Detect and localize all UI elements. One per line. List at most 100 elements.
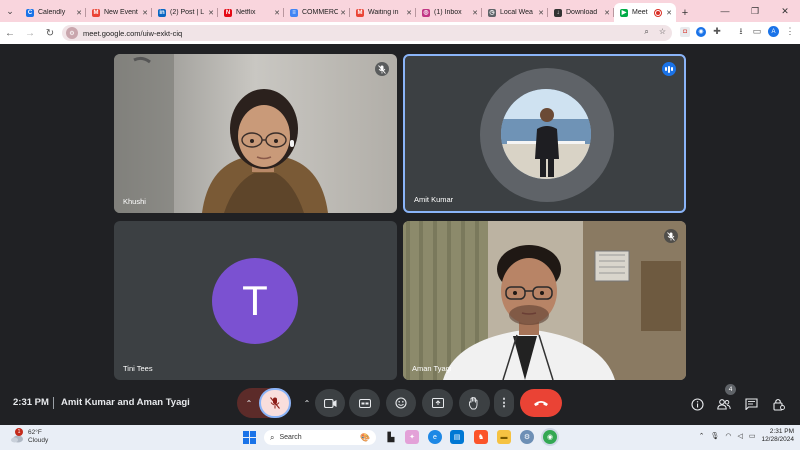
- reactions-button[interactable]: [386, 389, 416, 417]
- tab-item[interactable]: ◷ Local Wea ✕: [482, 3, 548, 22]
- back-button[interactable]: ←: [0, 28, 20, 39]
- brave-icon[interactable]: ♞: [474, 430, 488, 444]
- profile-avatar[interactable]: A: [768, 26, 779, 37]
- settings-icon[interactable]: ⚙: [520, 430, 534, 444]
- video-feed: [114, 54, 397, 213]
- taskbar-search[interactable]: ⌕ Search 🎨: [264, 430, 376, 445]
- host-controls-button[interactable]: [771, 396, 787, 412]
- closed-captions-icon: [358, 398, 371, 408]
- edge-icon[interactable]: e: [428, 430, 442, 444]
- close-icon[interactable]: ✕: [538, 9, 544, 17]
- extension-icon[interactable]: ◘: [680, 26, 690, 37]
- puzzle-icon[interactable]: ✚: [712, 26, 722, 37]
- close-icon[interactable]: ✕: [208, 9, 214, 17]
- site-info-icon[interactable]: ⚙: [66, 27, 78, 39]
- mic-off-indicator: [375, 62, 389, 76]
- zoom-icon[interactable]: ⌕: [644, 27, 648, 37]
- task-view-icon[interactable]: ▙: [384, 430, 398, 444]
- participant-tile-amit-kumar[interactable]: Amit Kumar: [403, 54, 686, 213]
- mic-options-button[interactable]: ⌃: [239, 389, 259, 417]
- tab-item[interactable]: ◎ (1) Inbox ✕: [416, 3, 482, 22]
- meeting-details-button[interactable]: [689, 396, 705, 412]
- search-highlight-icon: 🎨: [360, 433, 370, 442]
- tab-favicon-icon: ↓: [554, 8, 562, 17]
- tab-item[interactable]: M New Event ✕: [86, 3, 152, 22]
- speaking-indicator-icon: [662, 62, 676, 76]
- close-icon[interactable]: ✕: [142, 9, 148, 17]
- chat-button[interactable]: [743, 396, 759, 412]
- camera-options-button[interactable]: ⌃: [297, 389, 317, 417]
- tab-meet[interactable]: ▶ Meet ✕: [614, 3, 676, 22]
- search-placeholder: Search: [279, 434, 302, 441]
- file-explorer-icon[interactable]: ▬: [497, 430, 511, 444]
- chevron-up-icon: ⌃: [245, 398, 253, 408]
- close-icon[interactable]: ✕: [76, 9, 82, 17]
- meet-favicon-icon: ▶: [620, 8, 628, 17]
- weather-desc: Cloudy: [28, 437, 49, 444]
- participant-tile-tini-tees[interactable]: T Tini Tees: [114, 221, 397, 380]
- menu-icon[interactable]: ⋮: [785, 26, 795, 37]
- extension-blue-icon[interactable]: ◉: [696, 26, 706, 37]
- restore-button[interactable]: ❐: [740, 0, 770, 22]
- close-icon[interactable]: ✕: [406, 9, 412, 17]
- close-icon[interactable]: ✕: [604, 9, 610, 17]
- tab-label: (1) Inbox: [434, 9, 462, 16]
- leave-call-button[interactable]: [520, 389, 562, 417]
- windows-start-button[interactable]: [243, 431, 256, 444]
- chat-icon: [744, 398, 758, 410]
- forward-button[interactable]: →: [20, 28, 40, 39]
- microphone-icon[interactable]: 🎙: [710, 432, 719, 440]
- system-tray: ⌃ 🎙 ◠ ◁ ▭ 2:31 PM 12/28/2024: [699, 428, 794, 444]
- mic-off-icon: [378, 64, 386, 74]
- tab-item[interactable]: C Calendly ✕: [20, 3, 86, 22]
- participant-name: Amit Kumar: [414, 195, 454, 204]
- tab-favicon-icon: ◎: [422, 8, 430, 17]
- tab-label: Netflix: [236, 9, 256, 16]
- bookmark-star-icon[interactable]: ☆: [659, 27, 666, 37]
- volume-icon[interactable]: ◁: [737, 432, 742, 440]
- chevron-up-icon[interactable]: ⌃: [699, 432, 705, 440]
- tab-label: COMMERC: [302, 9, 339, 16]
- copilot-icon[interactable]: ✦: [405, 430, 419, 444]
- people-button[interactable]: [716, 396, 732, 412]
- address-bar[interactable]: ⚙ meet.google.com/uiw-exkt-ciq ⌕ ☆: [62, 25, 672, 41]
- tab-item[interactable]: ↓ Download ✕: [548, 3, 614, 22]
- mic-off-indicator: [664, 229, 678, 243]
- close-icon[interactable]: ✕: [472, 9, 478, 17]
- video-feed: [403, 221, 686, 380]
- chrome-icon[interactable]: ◉: [543, 430, 557, 444]
- close-icon[interactable]: ✕: [340, 9, 346, 17]
- minimize-button[interactable]: —: [710, 0, 740, 22]
- camera-toggle-button[interactable]: [315, 389, 345, 417]
- tab-item[interactable]: N Netflix ✕: [218, 3, 284, 22]
- wifi-icon[interactable]: ◠: [725, 432, 731, 440]
- more-options-button[interactable]: ⋮: [494, 389, 514, 417]
- participant-tile-aman-tyagi[interactable]: Aman Tyagi: [403, 221, 686, 380]
- emoji-icon: [395, 397, 407, 409]
- close-icon[interactable]: ✕: [274, 9, 280, 17]
- letter-avatar: T: [212, 258, 298, 344]
- download-icon[interactable]: ⭳: [736, 26, 746, 37]
- cast-icon[interactable]: ▭: [752, 26, 762, 37]
- close-icon[interactable]: ✕: [666, 9, 672, 17]
- new-tab-button[interactable]: +: [676, 3, 694, 22]
- tab-item[interactable]: in (2) Post | L ✕: [152, 3, 218, 22]
- tab-item[interactable]: ≡ COMMERC ✕: [284, 3, 350, 22]
- system-clock[interactable]: 2:31 PM 12/28/2024: [761, 428, 794, 444]
- browser-tab-strip: ⌄ C Calendly ✕ M New Event ✕ in (2) Post | L ✕ N N…: [0, 0, 800, 22]
- captions-button[interactable]: [349, 389, 380, 417]
- present-screen-button[interactable]: [422, 389, 453, 417]
- tab-label: Meet: [632, 9, 648, 16]
- tab-label: (2) Post | L: [170, 9, 205, 16]
- mic-toggle-button[interactable]: [259, 388, 291, 418]
- end-call-icon: [534, 401, 548, 406]
- tab-search-button[interactable]: ⌄: [0, 0, 20, 22]
- close-window-button[interactable]: ✕: [770, 0, 800, 22]
- reload-button[interactable]: ↻: [40, 28, 60, 39]
- participant-tile-khushi[interactable]: Khushi: [114, 54, 397, 213]
- raise-hand-icon: [469, 396, 478, 409]
- tab-item[interactable]: M Waiting in ✕: [350, 3, 416, 22]
- battery-icon[interactable]: ▭: [749, 432, 756, 440]
- raise-hand-button[interactable]: [459, 389, 490, 417]
- store-icon[interactable]: ▤: [450, 430, 464, 444]
